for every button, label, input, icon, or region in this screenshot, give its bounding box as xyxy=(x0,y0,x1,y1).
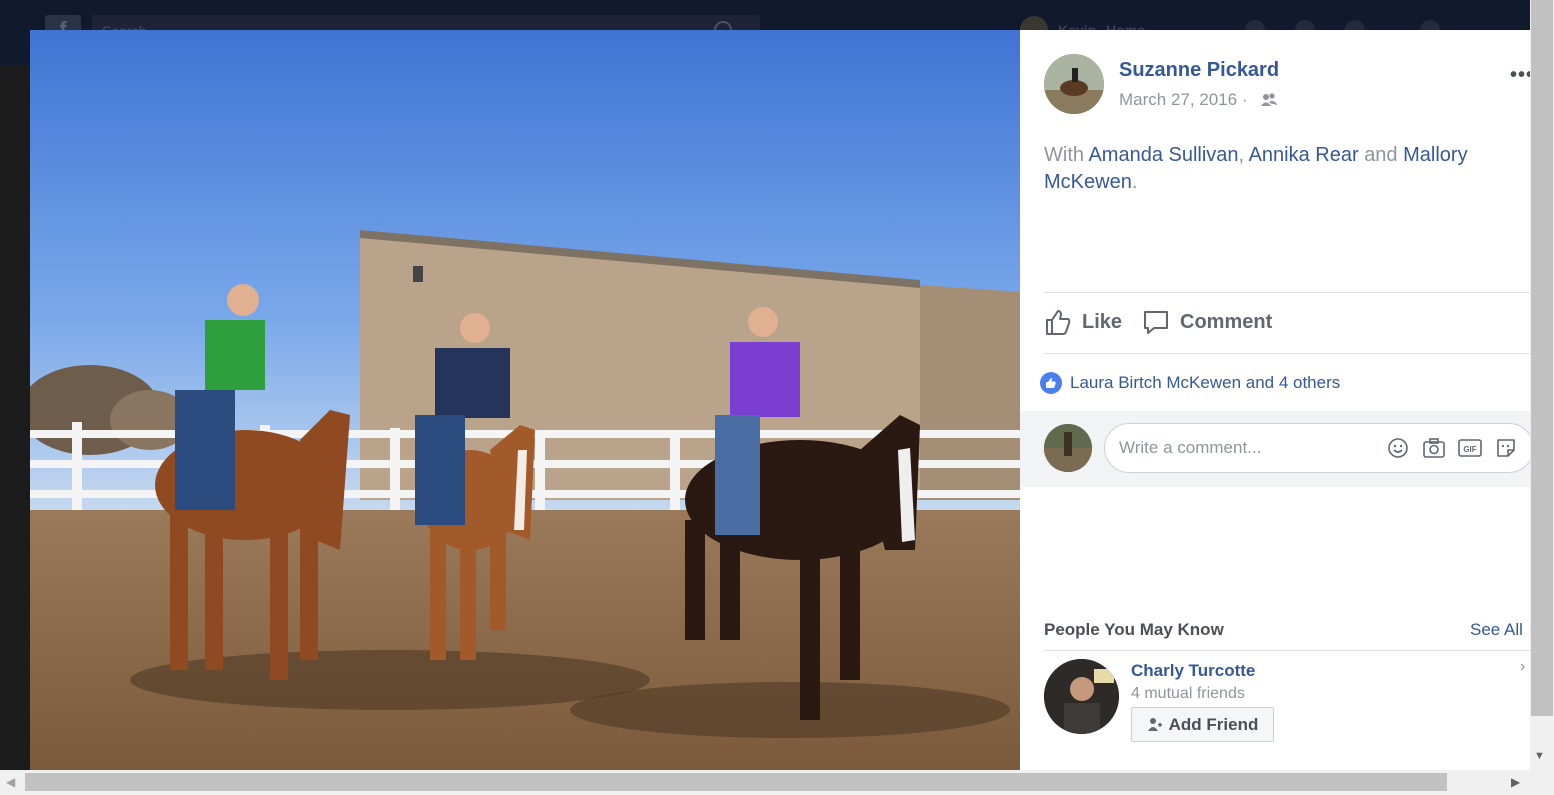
horses-photo-image xyxy=(30,30,1020,770)
like-reaction-icon xyxy=(1040,372,1062,394)
current-user-avatar xyxy=(1044,424,1092,472)
tagged-person-link[interactable]: Amanda Sullivan xyxy=(1088,144,1238,166)
author-avatar[interactable] xyxy=(1044,54,1104,114)
like-button[interactable]: Like xyxy=(1044,308,1122,336)
comment-label: Comment xyxy=(1180,310,1273,333)
scroll-right-arrow-icon[interactable]: ▶ xyxy=(1511,775,1520,789)
camera-icon[interactable] xyxy=(1422,436,1446,460)
tagged-person-link[interactable]: Annika Rear xyxy=(1249,144,1359,166)
tag-separator: , xyxy=(1238,144,1245,166)
add-friend-label: Add Friend xyxy=(1168,714,1259,734)
reactions-text: Laura Birtch McKewen and 4 others xyxy=(1070,373,1341,392)
more-options-icon[interactable]: ••• xyxy=(1510,64,1530,87)
friends-icon[interactable] xyxy=(1260,92,1278,108)
tag-and: and xyxy=(1364,144,1398,166)
tag-end: . xyxy=(1131,171,1138,193)
comment-placeholder: Write a comment... xyxy=(1119,438,1262,457)
background-page xyxy=(0,65,30,770)
svg-text:GIF: GIF xyxy=(1463,445,1476,454)
add-friend-icon xyxy=(1147,717,1162,731)
post-timestamp[interactable]: March 27, 2016 · xyxy=(1119,90,1248,110)
pymk-title: People You May Know xyxy=(1044,620,1224,639)
vertical-scroll-thumb[interactable] xyxy=(1531,0,1553,716)
scroll-left-arrow-icon[interactable]: ◀ xyxy=(6,775,15,789)
add-friend-button[interactable]: Add Friend xyxy=(1131,707,1274,742)
date-separator: · xyxy=(1241,90,1248,109)
comment-button[interactable]: Comment xyxy=(1142,308,1272,336)
divider xyxy=(1044,353,1530,354)
with-prefix: With xyxy=(1044,144,1084,166)
post-date-text: March 27, 2016 xyxy=(1119,90,1238,109)
comment-attachment-icons: GIF xyxy=(1386,436,1518,460)
chevron-right-icon[interactable]: › xyxy=(1520,658,1525,676)
see-all-link[interactable]: See All xyxy=(1470,620,1523,640)
comment-composer: Write a comment... GIF xyxy=(1020,411,1530,487)
like-label: Like xyxy=(1082,310,1123,333)
author-name-link[interactable]: Suzanne Pickard xyxy=(1119,59,1279,82)
post-photo[interactable] xyxy=(30,30,1020,770)
comment-bubble-icon xyxy=(1144,311,1168,334)
suggested-friend-name[interactable]: Charly Turcotte xyxy=(1131,661,1255,681)
horizontal-scroll-thumb[interactable] xyxy=(25,773,1447,791)
suggested-friend-avatar[interactable] xyxy=(1044,659,1119,734)
scroll-down-arrow-icon[interactable]: ▼ xyxy=(1534,750,1545,762)
tagged-people-text: With Amanda Sullivan, Annika Rear and Ma… xyxy=(1044,142,1514,196)
emoji-icon[interactable] xyxy=(1386,436,1410,460)
mutual-friends-count[interactable]: 4 mutual friends xyxy=(1131,685,1245,703)
reactions-summary[interactable]: Laura Birtch McKewen and 4 others xyxy=(1040,372,1340,394)
author-avatar-image xyxy=(1044,54,1104,114)
thumbs-up-icon xyxy=(1046,310,1071,335)
divider xyxy=(1044,292,1530,293)
sticker-icon[interactable] xyxy=(1494,436,1518,460)
divider xyxy=(1044,650,1530,651)
post-side-panel: Suzanne Pickard March 27, 2016 · ••• Wit… xyxy=(1020,30,1530,770)
gif-icon[interactable]: GIF xyxy=(1458,436,1482,460)
